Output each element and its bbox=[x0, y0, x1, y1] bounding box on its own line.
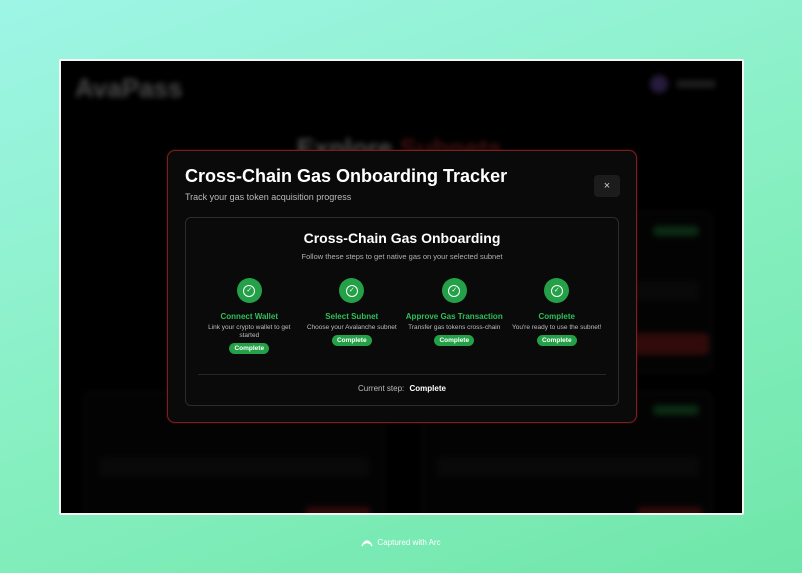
status-badge: Complete bbox=[229, 343, 270, 354]
step-list: ✓ Connect Wallet Link your crypto wallet… bbox=[198, 278, 608, 354]
step-connect-wallet: ✓ Connect Wallet Link your crypto wallet… bbox=[198, 278, 301, 354]
browser-window: AvaPass Explore Subnets Cross-Chain Gas … bbox=[59, 59, 744, 515]
close-button[interactable]: × bbox=[594, 175, 620, 197]
current-step-label: Current step: bbox=[358, 384, 405, 393]
status-badge: Complete bbox=[536, 335, 577, 346]
divider bbox=[198, 374, 606, 375]
onboarding-panel: Cross-Chain Gas Onboarding Follow these … bbox=[185, 217, 619, 406]
check-circle-icon: ✓ bbox=[339, 278, 365, 303]
current-step-value: Complete bbox=[409, 384, 446, 393]
modal-subtitle: Track your gas token acquisition progres… bbox=[185, 192, 352, 202]
step-description: You're ready to use the subnet! bbox=[511, 324, 602, 331]
status-badge: Complete bbox=[434, 335, 475, 346]
step-approve-gas: ✓ Approve Gas Transaction Transfer gas t… bbox=[403, 278, 506, 354]
captured-with-arc: Captured with Arc bbox=[0, 538, 802, 547]
status-badge: Complete bbox=[331, 335, 372, 346]
check-circle-icon: ✓ bbox=[236, 278, 262, 303]
check-circle-icon: ✓ bbox=[441, 278, 467, 303]
gas-onboarding-modal: Cross-Chain Gas Onboarding Tracker Track… bbox=[167, 150, 637, 423]
panel-title: Cross-Chain Gas Onboarding bbox=[303, 230, 501, 246]
step-label: Approve Gas Transaction bbox=[405, 312, 503, 321]
modal-title: Cross-Chain Gas Onboarding Tracker bbox=[185, 166, 508, 186]
arc-logo-icon bbox=[361, 540, 374, 547]
captured-text: Captured with Arc bbox=[377, 538, 441, 547]
step-label: Complete bbox=[538, 312, 575, 321]
panel-subtitle: Follow these steps to get native gas on … bbox=[301, 252, 503, 261]
step-select-subnet: ✓ Select Subnet Choose your Avalanche su… bbox=[301, 278, 404, 354]
close-icon: × bbox=[603, 180, 611, 192]
step-complete: ✓ Complete You're ready to use the subne… bbox=[506, 278, 609, 354]
step-description: Choose your Avalanche subnet bbox=[306, 324, 397, 331]
step-description: Link your crypto wallet to get started bbox=[208, 324, 291, 339]
step-label: Select Subnet bbox=[325, 312, 379, 321]
step-label: Connect Wallet bbox=[220, 312, 278, 321]
step-description: Transfer gas tokens cross-chain bbox=[408, 324, 501, 331]
check-circle-icon: ✓ bbox=[544, 278, 570, 303]
current-step: Current step: Complete bbox=[186, 384, 618, 393]
